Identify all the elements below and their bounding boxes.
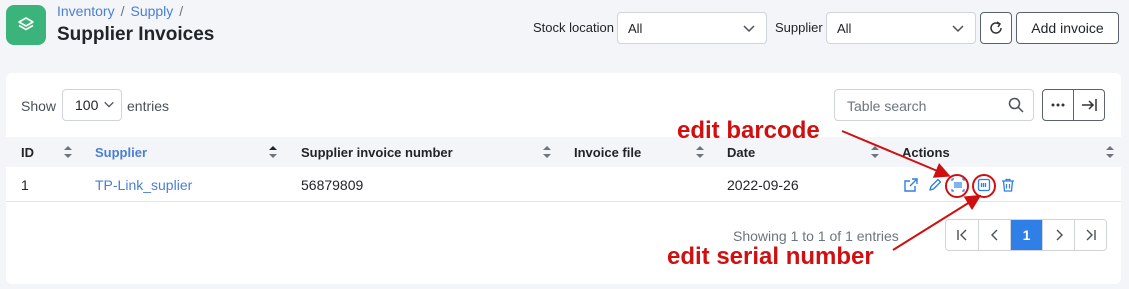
stock-location-label: Stock location [533, 20, 614, 35]
more-options-button[interactable] [1043, 90, 1073, 120]
sort-icon[interactable] [870, 145, 880, 159]
refresh-button[interactable] [980, 12, 1012, 44]
last-page-icon [1086, 229, 1096, 241]
page-button-current[interactable]: 1 [1010, 220, 1042, 250]
chevron-left-icon [990, 229, 997, 241]
column-header-id[interactable]: ID [21, 145, 34, 160]
sort-icon[interactable] [695, 145, 705, 159]
sort-icon[interactable] [542, 145, 552, 159]
supplier-value: All [837, 21, 852, 36]
open-invoice-button[interactable] [902, 176, 920, 194]
cell-date: 2022-09-26 [727, 177, 799, 193]
column-header-invoice-file[interactable]: Invoice file [574, 145, 641, 160]
chevron-right-icon [1056, 229, 1063, 241]
stock-location-value: All [628, 21, 643, 36]
layers-icon [18, 17, 34, 31]
column-header-supplier[interactable]: Supplier [95, 145, 147, 160]
search-placeholder: Table search [847, 98, 927, 114]
pagination: 1 [945, 219, 1107, 251]
trash-icon [1002, 178, 1014, 192]
column-header-invoice-number[interactable]: Supplier invoice number [301, 145, 453, 160]
export-icon [1082, 99, 1097, 111]
chevron-down-icon [743, 25, 755, 33]
app-logo [6, 5, 46, 45]
entries-label: entries [127, 98, 170, 114]
page-title: Supplier Invoices [57, 24, 215, 45]
barcode-icon [951, 178, 965, 192]
table-search-input[interactable]: Table search [834, 89, 1034, 121]
stock-location-select[interactable]: All [617, 12, 767, 44]
cell-id: 1 [21, 177, 29, 193]
chevron-down-icon [104, 101, 114, 108]
column-header-actions[interactable]: Actions [902, 145, 950, 160]
table-header [6, 137, 1121, 167]
last-page-button[interactable] [1074, 220, 1106, 250]
edit-serial-number-button[interactable] [975, 176, 993, 194]
first-page-icon [957, 229, 967, 241]
sort-icon[interactable] [63, 145, 73, 159]
breadcrumb: Inventory / Supply / [57, 3, 184, 19]
serial-number-icon [977, 178, 991, 192]
column-header-date[interactable]: Date [727, 145, 755, 160]
supplier-select[interactable]: All [826, 12, 976, 44]
cell-supplier-link[interactable]: TP-Link_suplier [95, 177, 192, 193]
cell-invoice-number: 56879809 [301, 177, 364, 193]
sort-icon[interactable] [1105, 145, 1115, 159]
first-page-button[interactable] [946, 220, 978, 250]
edit-barcode-button[interactable] [949, 176, 967, 194]
add-invoice-button[interactable]: Add invoice [1016, 12, 1119, 44]
sort-active-icon[interactable] [268, 145, 278, 159]
external-link-icon [904, 178, 918, 192]
table-tools [1042, 89, 1105, 121]
breadcrumb-inventory[interactable]: Inventory [57, 3, 115, 19]
page-size-select[interactable]: 100 [62, 89, 122, 121]
export-button[interactable] [1073, 90, 1104, 120]
breadcrumb-supply[interactable]: Supply [130, 3, 173, 19]
annotation-edit-barcode: edit barcode [677, 117, 820, 144]
pencil-icon [929, 178, 942, 191]
chevron-down-icon [952, 25, 964, 33]
annotation-edit-serial-number: edit serial number [667, 243, 874, 270]
prev-page-button[interactable] [978, 220, 1010, 250]
refresh-icon [990, 21, 1002, 34]
delete-invoice-button[interactable] [999, 176, 1017, 194]
search-icon [1008, 97, 1024, 113]
edit-invoice-button[interactable] [926, 176, 944, 194]
supplier-filter-label: Supplier [775, 20, 823, 35]
show-label: Show [21, 98, 57, 114]
page-size-value: 100 [75, 97, 99, 113]
ellipsis-icon [1051, 103, 1065, 107]
pagination-summary: Showing 1 to 1 of 1 entries [733, 228, 899, 244]
next-page-button[interactable] [1042, 220, 1074, 250]
